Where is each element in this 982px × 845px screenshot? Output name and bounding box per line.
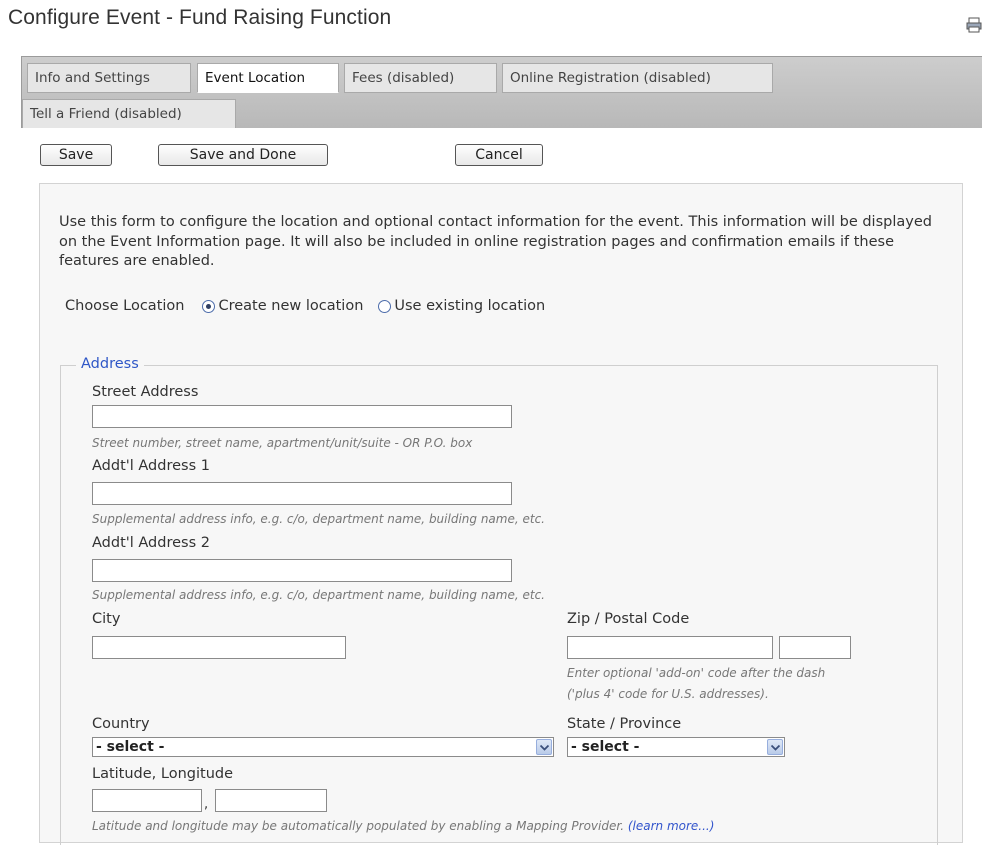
street-address-label: Street Address <box>92 384 199 400</box>
address2-hint: Supplemental address info, e.g. c/o, dep… <box>92 588 545 602</box>
address1-input[interactable] <box>92 482 512 505</box>
address2-label: Addt'l Address 2 <box>92 535 210 551</box>
latitude-input[interactable] <box>92 789 202 812</box>
street-address-input[interactable] <box>92 405 512 428</box>
zip-hint-line1: Enter optional 'add-on' code after the d… <box>567 666 826 680</box>
page-title: Configure Event - Fund Raising Function <box>8 6 392 29</box>
radio-icon[interactable] <box>378 299 392 313</box>
latlng-label: Latitude, Longitude <box>92 766 234 782</box>
cancel-button[interactable]: Cancel <box>455 144 543 166</box>
learn-more-link[interactable]: (learn more...) <box>628 819 715 833</box>
street-address-hint: Street number, street name, apartment/un… <box>92 436 473 450</box>
country-label: Country <box>92 716 150 732</box>
radio-icon[interactable] <box>202 299 216 313</box>
latlng-hint: Latitude and longitude may be automatica… <box>92 818 714 835</box>
choose-location-label: Choose Location <box>65 298 185 314</box>
zip-input[interactable] <box>567 636 773 659</box>
city-label: City <box>92 611 121 627</box>
address2-input[interactable] <box>92 559 512 582</box>
radio-use-existing-location[interactable]: Use existing location <box>394 298 545 314</box>
zip-hint-line2: ('plus 4' code for U.S. addresses). <box>567 687 769 701</box>
tab-tell-a-friend[interactable]: Tell a Friend (disabled) <box>22 99 236 129</box>
latlng-separator: , <box>204 797 209 812</box>
latlng-hint-text: Latitude and longitude may be automatica… <box>92 819 625 833</box>
tab-fees[interactable]: Fees (disabled) <box>344 63 497 93</box>
tab-online-registration[interactable]: Online Registration (disabled) <box>502 63 773 93</box>
choose-location-row: Choose Location Create new location Use … <box>65 296 545 316</box>
state-select-value: - select - <box>571 739 640 755</box>
state-label: State / Province <box>567 716 682 732</box>
intro-text: Use this form to configure the location … <box>59 214 932 269</box>
save-button[interactable]: Save <box>40 144 112 166</box>
chevron-down-icon[interactable] <box>767 739 783 755</box>
tab-info-and-settings[interactable]: Info and Settings <box>27 63 191 93</box>
radio-create-new-location[interactable]: Create new location <box>218 298 363 314</box>
longitude-input[interactable] <box>215 789 327 812</box>
address-legend: Address <box>76 356 144 372</box>
city-input[interactable] <box>92 636 346 659</box>
chevron-down-icon[interactable] <box>536 739 552 755</box>
zip-label: Zip / Postal Code <box>567 611 690 627</box>
state-select[interactable]: - select - <box>567 737 785 757</box>
country-select-value: - select - <box>96 739 165 755</box>
address1-label: Addt'l Address 1 <box>92 458 210 474</box>
button-bar: Save Save and Done Cancel <box>21 128 982 168</box>
printer-icon[interactable] <box>966 17 982 33</box>
address1-hint: Supplemental address info, e.g. c/o, dep… <box>92 512 545 526</box>
save-and-done-button[interactable]: Save and Done <box>158 144 328 166</box>
country-select[interactable]: - select - <box>92 737 554 757</box>
zip-addon-input[interactable] <box>779 636 851 659</box>
tab-strip: Info and Settings Event Location Fees (d… <box>21 56 982 129</box>
tab-event-location[interactable]: Event Location <box>197 63 339 93</box>
